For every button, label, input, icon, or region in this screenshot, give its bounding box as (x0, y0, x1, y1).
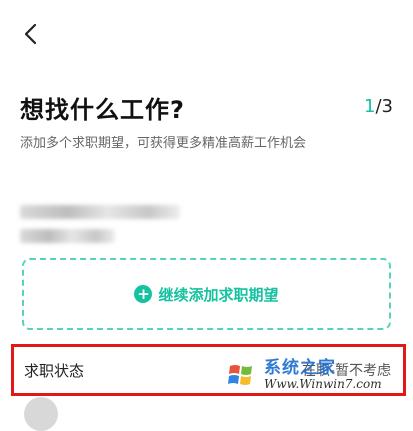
step-indicator: 1/3 (364, 96, 393, 117)
watermark: 系统之家 Www.Winwin7.com (222, 352, 408, 398)
back-button[interactable] (16, 20, 44, 48)
plus-circle-icon: + (134, 285, 153, 303)
page-title: 想找什么工作? (20, 96, 185, 124)
chevron-left-icon (24, 23, 37, 45)
add-button-label: 继续添加求职期望 (158, 285, 279, 304)
watermark-name: 系统之家 (264, 357, 336, 378)
avatar (24, 397, 58, 431)
add-button-content: + 继续添加求职期望 (134, 284, 279, 305)
blurred-text-line (20, 205, 180, 219)
page-subtitle: 添加多个求职期望，可获得更多精准高薪工作机会 (20, 136, 307, 151)
blurred-text-line (20, 229, 115, 243)
step-current: 1 (364, 96, 376, 117)
windows-logo-icon (223, 357, 259, 393)
existing-expectation-card[interactable] (20, 195, 200, 255)
add-job-expectation-button[interactable]: + 继续添加求职期望 (22, 258, 391, 330)
watermark-url: Www.Winwin7.com (264, 376, 382, 391)
watermark-text: 系统之家 Www.Winwin7.com (264, 357, 382, 391)
job-status-label: 求职状态 (24, 361, 85, 380)
step-total: 3 (381, 96, 393, 117)
